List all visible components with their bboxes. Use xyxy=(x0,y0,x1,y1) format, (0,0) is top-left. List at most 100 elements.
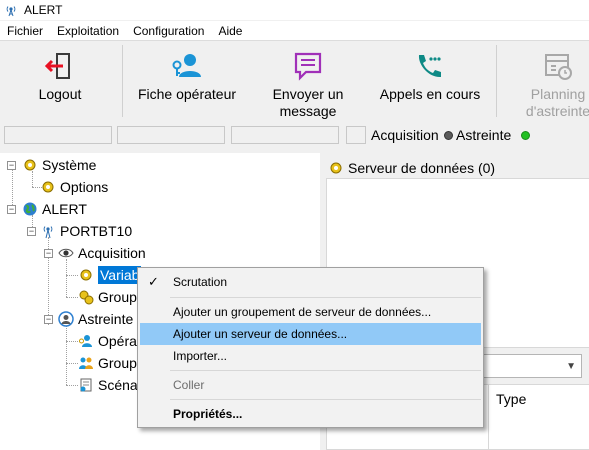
users-icon xyxy=(79,357,93,369)
collapse-toggle[interactable]: − xyxy=(27,227,36,236)
logout-icon xyxy=(44,53,70,79)
tree-node-alert[interactable]: ALERT xyxy=(22,198,87,220)
menu-separator xyxy=(170,399,481,400)
send-message-label-2: message xyxy=(279,103,337,119)
astreinte-status-label: Astreinte xyxy=(456,127,512,143)
tree-node-acquisition[interactable]: Acquisition xyxy=(58,242,146,264)
collapse-toggle[interactable]: − xyxy=(7,205,16,214)
appels-en-cours-label: Appels en cours xyxy=(379,86,481,102)
scenario-icon xyxy=(80,378,92,392)
gear-icon xyxy=(24,159,36,171)
data-server-panel-header: Serveur de données (0) xyxy=(324,157,589,178)
menu-fichier[interactable]: Fichier xyxy=(0,24,50,38)
checkmark-icon: ✓ xyxy=(148,274,159,289)
menu-item-paste[interactable]: Coller xyxy=(140,374,481,396)
logout-button[interactable]: Logout xyxy=(16,41,104,123)
astreinte-status-indicator xyxy=(521,131,530,140)
tree-connector xyxy=(66,275,78,276)
toolbar-separator xyxy=(122,45,123,117)
menu-item-properties[interactable]: Propriétés... xyxy=(140,403,481,425)
tree-node-label: ALERT xyxy=(42,201,87,217)
data-server-panel-title: Serveur de données (0) xyxy=(348,159,496,176)
chevron-down-icon: ▼ xyxy=(566,361,576,372)
menu-item-label: Importer... xyxy=(173,349,228,363)
tree-node-groupes-astreinte[interactable]: Group xyxy=(78,352,137,374)
tree-node-operateurs[interactable]: Opéra xyxy=(78,330,137,352)
tree-node-label: Variab xyxy=(98,266,142,284)
planning-astreinte-button[interactable]: Planning d'astreinte xyxy=(510,41,589,123)
tree-connector xyxy=(12,165,13,209)
user-circle-icon xyxy=(58,311,74,327)
tree-node-label: Group xyxy=(98,355,137,371)
antenna-icon xyxy=(43,226,53,239)
fiche-operateur-button[interactable]: Fiche opérateur xyxy=(128,41,246,123)
grid-column-divider xyxy=(488,384,489,450)
menu-aide[interactable]: Aide xyxy=(211,24,249,38)
tree-node-label: Options xyxy=(60,179,109,195)
toolbar-separator xyxy=(496,45,497,117)
tree-connector xyxy=(66,385,78,386)
gear-icon xyxy=(42,181,54,193)
tree-node-label: Opéra xyxy=(98,333,137,349)
message-icon xyxy=(294,52,322,81)
tree-node-portbt10[interactable]: PORTBT10 xyxy=(40,220,132,242)
tree-node-astreinte[interactable]: Astreinte xyxy=(58,308,133,330)
menu-item-label: Ajouter un serveur de données... xyxy=(173,327,348,341)
collapse-toggle[interactable]: − xyxy=(44,249,53,258)
acquisition-status-indicator xyxy=(444,131,453,140)
toolbar: Logout Fiche opérateur Envoyer un messag… xyxy=(0,40,589,122)
gears-icon xyxy=(79,290,94,305)
menu-separator xyxy=(170,297,481,298)
planning-label-2: d'astreinte xyxy=(525,103,589,119)
acquisition-status-label: Acquisition xyxy=(371,127,439,143)
antenna-icon xyxy=(6,6,16,17)
menu-bar: Fichier Exploitation Configuration Aide xyxy=(0,21,589,40)
phone-icon xyxy=(418,55,441,78)
filter-dropdown[interactable]: ▼ xyxy=(470,354,582,378)
menu-item-label: Propriétés... xyxy=(173,407,243,421)
send-message-button[interactable]: Envoyer un message xyxy=(258,41,358,123)
menu-configuration[interactable]: Configuration xyxy=(126,24,211,38)
status-field xyxy=(4,126,112,144)
user-key-icon xyxy=(172,54,201,77)
status-field xyxy=(346,126,366,144)
tree-node-label: Group xyxy=(98,289,137,305)
tree-connector xyxy=(66,325,67,385)
gear-icon xyxy=(330,162,342,173)
tree-node-scenarios[interactable]: Scéna xyxy=(78,374,138,396)
collapse-toggle[interactable]: − xyxy=(7,161,16,170)
tree-node-label: Acquisition xyxy=(78,245,146,261)
tree-node-systeme[interactable]: Système xyxy=(22,154,96,176)
menu-item-add-server-group[interactable]: Ajouter un groupement de serveur de donn… xyxy=(140,301,481,323)
appels-en-cours-button[interactable]: Appels en cours xyxy=(370,41,490,123)
menu-item-label: Scrutation xyxy=(173,275,228,289)
column-header-type[interactable]: Type xyxy=(496,391,526,407)
menu-exploitation[interactable]: Exploitation xyxy=(50,24,126,38)
menu-item-scrutation[interactable]: ✓ Scrutation xyxy=(140,271,481,293)
tree-node-label: Astreinte xyxy=(78,311,134,327)
tree-node-groupes[interactable]: Group xyxy=(78,286,137,308)
gear-icon xyxy=(80,269,92,281)
eye-icon xyxy=(58,248,74,258)
tree-node-label: Système xyxy=(42,157,97,173)
tree-connector xyxy=(66,341,78,342)
tree-node-label: Scéna xyxy=(98,377,138,393)
window-title: ALERT xyxy=(24,3,63,17)
tree-connector xyxy=(66,363,78,364)
tree-node-label: PORTBT10 xyxy=(60,223,133,239)
menu-item-label: Ajouter un groupement de serveur de donn… xyxy=(173,305,432,319)
status-row: Acquisition Astreinte xyxy=(0,124,589,146)
logout-label: Logout xyxy=(38,86,82,102)
tree-node-variables[interactable]: Variab xyxy=(78,264,142,286)
menu-item-label: Coller xyxy=(173,378,205,392)
tree-node-options[interactable]: Options xyxy=(40,176,108,198)
send-message-label-1: Envoyer un xyxy=(272,86,344,102)
menu-item-import[interactable]: Importer... xyxy=(140,345,481,367)
menu-separator xyxy=(170,370,481,371)
title-bar: ALERT xyxy=(0,0,589,20)
menu-item-add-data-server[interactable]: Ajouter un serveur de données... xyxy=(140,323,481,345)
planning-label-1: Planning xyxy=(530,86,586,102)
collapse-toggle[interactable]: − xyxy=(44,315,53,324)
tree-connector xyxy=(66,297,78,298)
fiche-operateur-label: Fiche opérateur xyxy=(137,86,237,102)
